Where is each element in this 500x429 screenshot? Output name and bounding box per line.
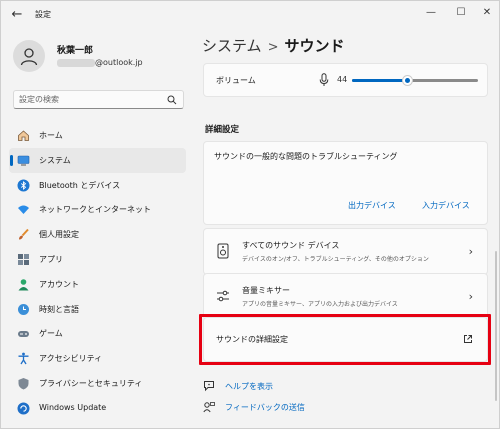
sidebar-item-label: プライバシーとセキュリティ <box>39 378 143 388</box>
sidebar-item-label: ゲーム <box>39 329 63 339</box>
sidebar-item-label: 時刻と言語 <box>39 304 79 314</box>
sidebar-item-apps[interactable]: アプリ <box>9 247 186 272</box>
user-email: @outlook.jp <box>95 58 143 67</box>
search-icon[interactable] <box>167 95 177 105</box>
troubleshoot-title: サウンドの一般的な問題のトラブルシューティング <box>214 152 398 161</box>
sidebar-item-privacy-security[interactable]: プライバシーとセキュリティ <box>9 371 186 396</box>
update-icon <box>17 402 30 415</box>
volume-mixer-row[interactable]: 音量ミキサー アプリの音量ミキサー、アプリの入力および出力デバイス › <box>203 273 488 320</box>
account-icon <box>18 278 29 291</box>
feedback-icon <box>203 402 215 413</box>
sidebar-item-system[interactable]: システム <box>9 147 186 173</box>
page-title: サウンド <box>284 37 345 55</box>
input-devices-link[interactable]: 入力デバイス <box>422 200 470 211</box>
highlight-box <box>199 314 491 365</box>
sidebar-item-label: アプリ <box>39 254 63 264</box>
close-icon[interactable]: ✕ <box>477 5 497 21</box>
sidebar-item-accessibility[interactable]: アクセシビリティ <box>9 346 186 371</box>
breadcrumb: システム > サウンド <box>202 35 344 56</box>
chevron-right-icon: › <box>468 290 473 303</box>
volume-value: 44 <box>337 75 348 84</box>
sidebar-item-network[interactable]: ネットワークとインターネット <box>9 197 186 222</box>
volume-slider[interactable] <box>352 75 478 86</box>
sidebar-item-home[interactable]: ホーム <box>9 123 186 148</box>
sidebar-item-gaming[interactable]: ゲーム <box>9 321 186 346</box>
volume-label: ボリューム <box>216 76 256 85</box>
email-redacted <box>57 59 95 67</box>
sidebar-item-label: 個人用設定 <box>39 230 79 240</box>
search-input[interactable] <box>19 93 164 106</box>
sidebar-item-label: Windows Update <box>39 402 107 412</box>
accessibility-icon <box>18 352 29 365</box>
chevron-right-icon: › <box>468 245 473 258</box>
speaker-device-icon <box>217 243 229 259</box>
brush-icon <box>19 229 29 240</box>
wifi-icon <box>18 205 29 215</box>
sidebar-item-label: アクセシビリティ <box>39 354 103 364</box>
gamepad-icon <box>18 331 29 338</box>
user-name: 秋葉一郎 <box>57 46 94 56</box>
globe-clock-icon <box>18 303 29 315</box>
apps-icon <box>18 253 29 265</box>
search-box[interactable] <box>13 90 184 109</box>
title-bar: ← 設定 — ☐ ✕ <box>1 1 499 31</box>
sidebar-item-label: システム <box>39 155 71 165</box>
sidebar-item-time-language[interactable]: 時刻と言語 <box>9 297 186 322</box>
slider-fill <box>352 79 408 82</box>
row-title: すべてのサウンド デバイス <box>242 241 340 250</box>
bluetooth-icon <box>17 179 30 192</box>
output-devices-link[interactable]: 出力デバイス <box>348 200 396 211</box>
all-sound-devices-row[interactable]: すべてのサウンド デバイス デバイスのオン/オフ、トラブルシューティング、その他… <box>203 228 488 275</box>
get-help-label: ヘルプを表示 <box>225 382 273 391</box>
sidebar-item-personalization[interactable]: 個人用設定 <box>9 222 186 247</box>
back-arrow-icon[interactable]: ← <box>9 7 25 23</box>
system-icon <box>17 155 30 166</box>
feedback-label: フィードバックの送信 <box>225 403 305 412</box>
help-icon <box>204 381 214 392</box>
shield-icon <box>18 377 29 390</box>
sidebar-item-label: ネットワークとインターネット <box>39 205 151 215</box>
sidebar-item-label: アカウント <box>39 279 79 289</box>
avatar[interactable] <box>13 40 45 72</box>
troubleshoot-card: サウンドの一般的な問題のトラブルシューティング 出力デバイス 入力デバイス <box>203 141 488 225</box>
slider-thumb[interactable] <box>402 75 414 86</box>
person-icon <box>20 48 38 66</box>
section-title: 詳細設定 <box>205 125 240 135</box>
mixer-icon <box>217 290 229 302</box>
minimize-icon[interactable]: — <box>421 5 441 21</box>
sidebar-item-windows-update[interactable]: Windows Update <box>9 396 186 421</box>
microphone-icon[interactable] <box>319 73 329 87</box>
row-subtitle: アプリの音量ミキサー、アプリの入力および出力デバイス <box>242 301 398 308</box>
row-title: 音量ミキサー <box>242 286 290 295</box>
sidebar-item-bluetooth[interactable]: Bluetooth とデバイス <box>9 173 186 198</box>
row-subtitle: デバイスのオン/オフ、トラブルシューティング、その他のオプション <box>242 256 429 263</box>
sidebar-item-accounts[interactable]: アカウント <box>9 272 186 297</box>
sidebar-item-label: ホーム <box>39 131 63 140</box>
breadcrumb-parent[interactable]: システム <box>202 37 262 55</box>
volume-card: ボリューム 44 <box>203 63 488 97</box>
scrollbar[interactable] <box>495 251 497 401</box>
sidebar-nav: ホーム システム Bluetooth とデバイス ネットワークとインターネット <box>9 123 186 421</box>
home-icon <box>18 130 29 141</box>
maximize-icon[interactable]: ☐ <box>451 5 471 21</box>
sidebar-item-label: Bluetooth とデバイス <box>39 180 121 190</box>
settings-window: ← 設定 — ☐ ✕ 秋葉一郎 @outlook.jp ホーム <box>0 0 500 429</box>
breadcrumb-separator: > <box>267 40 279 55</box>
window-title: 設定 <box>35 10 51 19</box>
